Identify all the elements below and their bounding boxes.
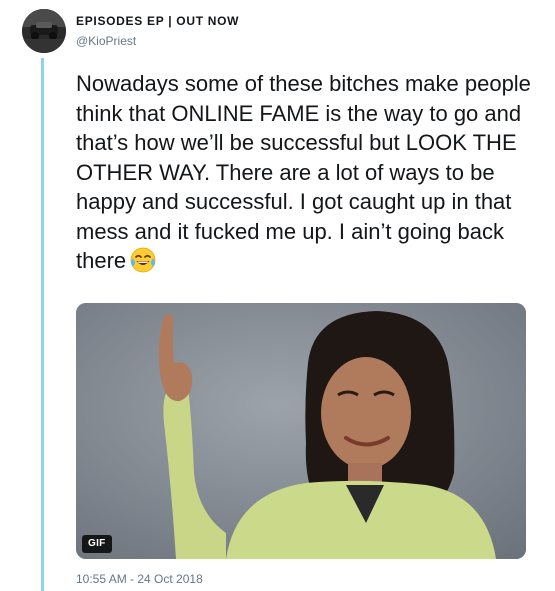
- avatar[interactable]: [22, 9, 66, 53]
- gif-badge: GIF: [82, 535, 112, 553]
- author-handle[interactable]: @KioPriest: [76, 33, 136, 49]
- gif-media[interactable]: GIF: [76, 303, 526, 559]
- tweet-timestamp[interactable]: 10:55 AM - 24 Oct 2018: [76, 571, 203, 587]
- tweet: EPISODES EP | OUT NOW @KioPriest Nowaday…: [0, 0, 555, 591]
- face-with-tears-of-joy-icon: [130, 247, 156, 281]
- tweet-text-body: Nowadays some of these bitches make peop…: [76, 71, 531, 273]
- author-display-name[interactable]: EPISODES EP | OUT NOW: [76, 13, 239, 29]
- thread-line: [41, 58, 44, 591]
- tweet-text: Nowadays some of these bitches make peop…: [76, 69, 536, 281]
